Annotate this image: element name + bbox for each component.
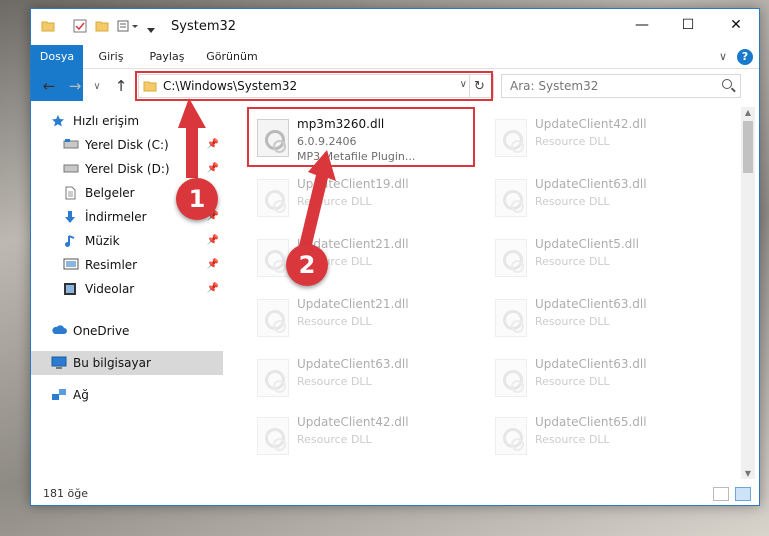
step-badge-2: 2 (286, 244, 328, 286)
arrow-to-file (298, 150, 336, 253)
callout-arrows (178, 98, 336, 253)
step-badge-1: 1 (176, 178, 218, 220)
arrow-to-address-bar (178, 98, 206, 178)
